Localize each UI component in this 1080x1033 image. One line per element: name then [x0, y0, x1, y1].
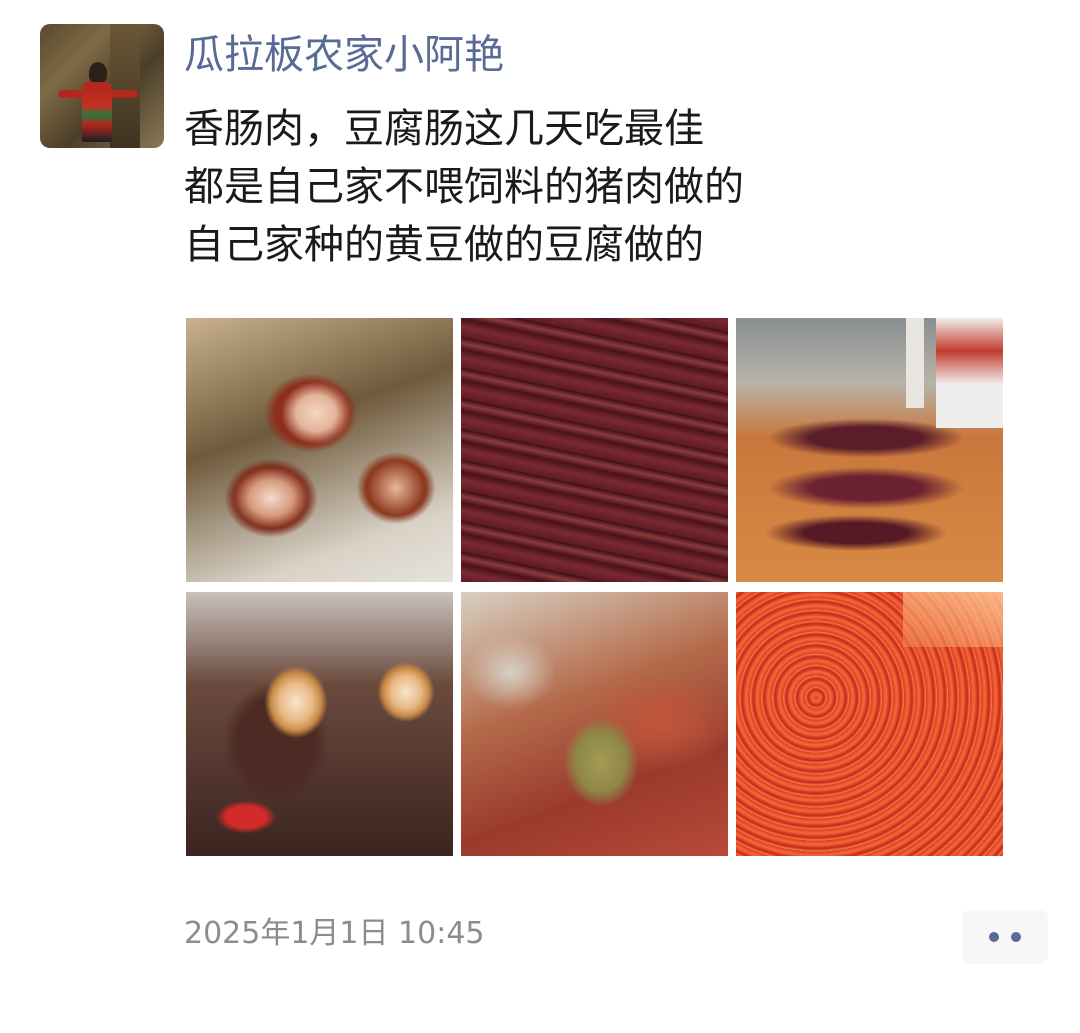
chili-meat-photo[interactable]: [736, 592, 1003, 856]
post-text-line: 香肠肉，豆腐肠这几天吃最佳: [184, 106, 704, 152]
author-name[interactable]: 瓜拉板农家小阿艳: [184, 28, 504, 82]
avatar-figure-head: [89, 62, 107, 84]
avatar-tree: [110, 24, 140, 148]
post-text-line: 自己家种的黄豆做的豆腐做的: [184, 222, 704, 268]
photo-grid: [186, 318, 1004, 856]
tofu-sausage-photo[interactable]: [186, 592, 453, 856]
more-dot-icon: [989, 932, 999, 942]
avatar-figure-body: [82, 82, 112, 142]
post-text-line: 都是自己家不喂饲料的猪肉做的: [184, 164, 744, 210]
more-actions-button[interactable]: [962, 910, 1048, 964]
photo-door-frame: [936, 318, 1003, 428]
seasoned-meat-photo[interactable]: [461, 592, 728, 856]
post-text: 香肠肉，豆腐肠这几天吃最佳 都是自己家不喂饲料的猪肉做的 自己家种的黄豆做的豆腐…: [184, 100, 744, 274]
sliced-sausage-photo[interactable]: [186, 318, 453, 582]
photo-pillar: [906, 318, 924, 408]
post-timestamp: 2025年1月1日 10:45: [184, 916, 485, 951]
coiled-sausages-photo[interactable]: [736, 318, 1003, 582]
more-dot-icon: [1011, 932, 1021, 942]
photo-plastic-bag: [903, 592, 1003, 647]
hanging-sausages-photo[interactable]: [461, 318, 728, 582]
avatar[interactable]: [40, 24, 164, 148]
